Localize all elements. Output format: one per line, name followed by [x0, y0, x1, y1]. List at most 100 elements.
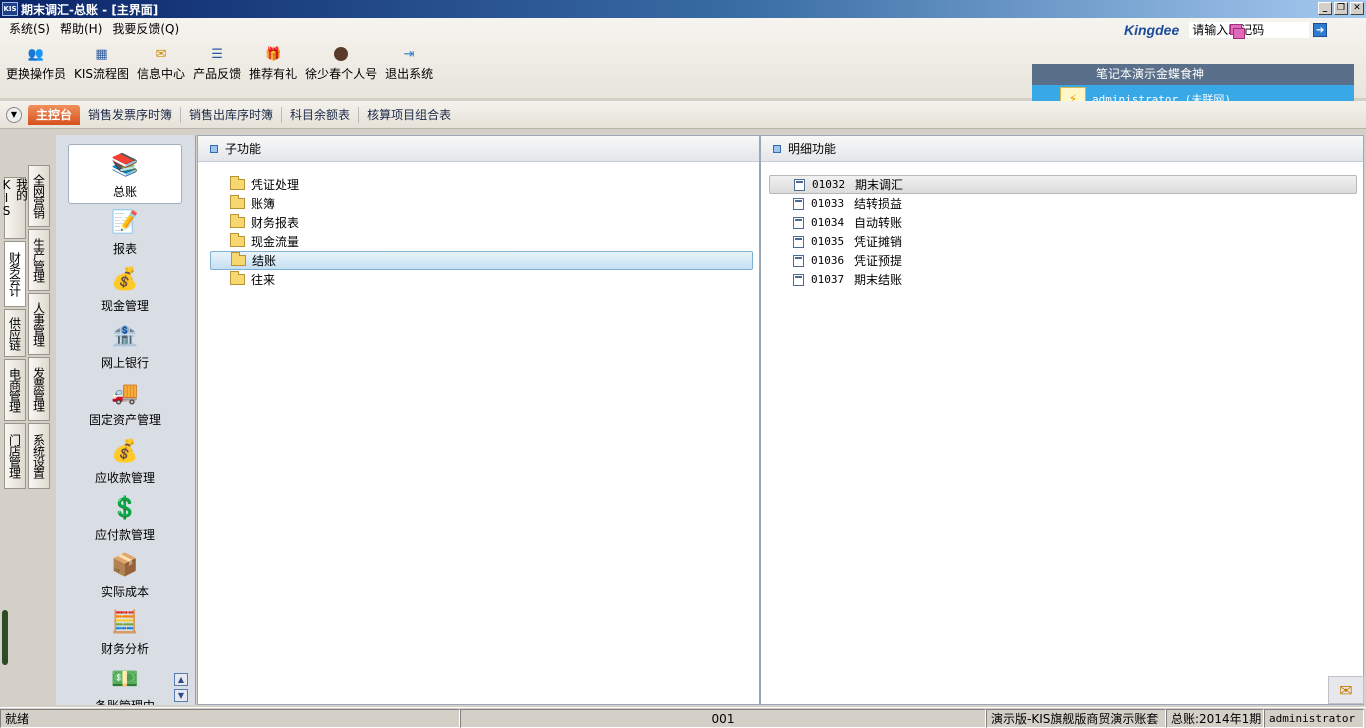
vtab-invoice[interactable]: 发票管理	[28, 357, 50, 421]
kis-flowchart-button[interactable]: ▦ KIS流程图	[70, 44, 133, 82]
exit-system-button[interactable]: ⇥ 退出系统	[381, 44, 437, 82]
status-account: 演示版-KIS旗舰版商贸演示账套	[986, 709, 1166, 728]
menu-bar: 系统(S) 帮助(H) 我要反馈(Q)	[4, 21, 184, 37]
recommend-gift-button[interactable]: 🎁 推荐有礼	[245, 44, 301, 82]
detail-item-01037[interactable]: 01037 期末结账	[769, 270, 1357, 289]
tree-item-transactions[interactable]: 往来	[210, 270, 753, 289]
app-logo-icon: KIS	[2, 2, 18, 16]
detail-pane: 明细功能 01032 期末调汇 01033 结转损益 01034 自动转账 01…	[760, 135, 1364, 705]
avatar-icon	[330, 44, 352, 64]
report-icon: 📝	[111, 209, 139, 235]
detail-header: 明细功能	[761, 136, 1363, 162]
money-bag-icon: 💰	[111, 438, 139, 464]
tab-sales-invoice[interactable]: 销售发票序时簿	[80, 106, 182, 123]
mail-icon[interactable]: ✉	[1328, 676, 1364, 704]
square-bullet-icon	[773, 144, 781, 153]
minimize-button[interactable]: _	[1318, 2, 1332, 15]
vtab-hr[interactable]: 人事管理	[28, 293, 50, 355]
detail-item-01032[interactable]: 01032 期末调汇	[769, 175, 1357, 194]
module-receivable[interactable]: 💰 应收款管理	[68, 435, 182, 486]
tree-item-voucher[interactable]: 凭证处理	[210, 175, 753, 194]
scroll-up-arrow-icon[interactable]: ▲	[174, 673, 188, 686]
menu-feedback[interactable]: 我要反馈(Q)	[107, 21, 184, 37]
tab-strip: ▼ 主控台 销售发票序时簿 销售出库序时簿 科目余额表 核算项目组合表	[0, 101, 1366, 129]
vtab-store[interactable]: 门店管理	[4, 423, 26, 489]
folder-icon	[230, 271, 245, 285]
module-actual-cost[interactable]: 📦 实际成本	[68, 549, 182, 600]
info-center-button[interactable]: ✉ 信息中心	[133, 44, 189, 82]
vtab-production[interactable]: 生产管理	[28, 229, 50, 291]
module-fixed-assets[interactable]: 🚚 固定资产管理	[68, 377, 182, 428]
folder-icon	[230, 176, 245, 190]
subfunction-pane: 子功能 凭证处理 账簿 财务报表 现金流量 结账 往来	[197, 135, 760, 705]
status-period: 总账:2014年1期	[1166, 709, 1264, 728]
vtab-supply-chain[interactable]: 供应链	[4, 309, 26, 357]
vtab-marketing[interactable]: 全网营销	[28, 165, 50, 227]
cost-icon: 📦	[111, 552, 139, 578]
detail-item-01036[interactable]: 01036 凭证预提	[769, 251, 1357, 270]
vtab-settings[interactable]: 系统设置	[28, 423, 50, 489]
chevron-down-icon[interactable]: ▼	[6, 106, 22, 123]
module-online-bank[interactable]: 🏦 网上银行	[68, 320, 182, 371]
kingdee-logo: Kingdee	[1124, 22, 1180, 38]
module-cash[interactable]: 💰 现金管理	[68, 263, 182, 314]
calculator-icon: 🧮	[111, 609, 139, 635]
change-operator-button[interactable]: 👥 更换操作员	[2, 44, 70, 82]
status-user: administrator	[1264, 709, 1364, 728]
module-report[interactable]: 📝 报表	[68, 206, 182, 257]
vtab-my-kis[interactable]: 我的KIS	[0, 177, 29, 239]
module-bill-management[interactable]: 💵 条账管理中	[68, 663, 182, 706]
feedback-icon: ☰	[211, 46, 223, 62]
company-name: 笔记本演示金蝶食神	[1032, 64, 1354, 85]
document-icon	[793, 197, 804, 210]
document-icon	[793, 216, 804, 229]
scroll-down-arrow-icon[interactable]: ▼	[174, 689, 188, 702]
document-icon	[793, 235, 804, 248]
folder-icon	[230, 195, 245, 209]
truck-icon: 🚚	[111, 380, 139, 406]
module-general-ledger[interactable]: 📚 总账	[68, 144, 182, 204]
tab-main-console[interactable]: 主控台	[28, 104, 81, 125]
detail-item-01034[interactable]: 01034 自动转账	[769, 213, 1357, 232]
side-scroll-handle[interactable]	[2, 610, 8, 665]
subfunction-tree: 凭证处理 账簿 财务报表 现金流量 结账 往来	[210, 175, 753, 289]
folder-icon	[230, 214, 245, 228]
module-financial-analysis[interactable]: 🧮 财务分析	[68, 606, 182, 657]
flowchart-icon: ▦	[95, 46, 108, 62]
window-overlay-icon[interactable]	[1228, 24, 1246, 42]
menu-system[interactable]: 系统(S)	[4, 21, 55, 37]
restore-button[interactable]: ❐	[1334, 2, 1348, 15]
users-icon: 👥	[27, 46, 45, 62]
tab-account-balance[interactable]: 科目余额表	[282, 106, 360, 123]
vtab-ecommerce[interactable]: 电商管理	[4, 359, 26, 421]
tree-item-ledger[interactable]: 账簿	[210, 194, 753, 213]
bank-icon: 🏦	[111, 323, 139, 349]
tree-item-closing[interactable]: 结账	[210, 251, 753, 270]
status-bar: 就绪 001 演示版-KIS旗舰版商贸演示账套 总账:2014年1期 admin…	[0, 707, 1366, 728]
vertical-tabs: 我的KIS 财务会计 供应链 电商管理 门店管理 全网营销 生产管理 人事管理 …	[0, 165, 54, 495]
message-icon: ✉	[155, 46, 167, 62]
vtab-finance[interactable]: 财务会计	[4, 241, 26, 307]
module-payable[interactable]: 💲 应付款管理	[68, 492, 182, 543]
tree-item-cash-flow[interactable]: 现金流量	[210, 232, 753, 251]
tree-item-financial-report[interactable]: 财务报表	[210, 213, 753, 232]
helper-code-input[interactable]: 请输入助记码	[1189, 22, 1310, 38]
document-icon	[793, 273, 804, 286]
tab-item-combination[interactable]: 核算项目组合表	[359, 107, 459, 123]
close-button[interactable]: ✕	[1350, 2, 1364, 15]
document-icon	[793, 254, 804, 267]
menu-help[interactable]: 帮助(H)	[55, 21, 107, 37]
tab-sales-outbound[interactable]: 销售出库序时簿	[181, 106, 283, 123]
detail-item-01035[interactable]: 01035 凭证摊销	[769, 232, 1357, 251]
status-code: 001	[460, 709, 986, 728]
square-bullet-icon	[210, 144, 218, 153]
personal-account-button[interactable]: 徐少春个人号	[301, 44, 381, 82]
subfunction-header: 子功能	[198, 136, 759, 162]
detail-list: 01032 期末调汇 01033 结转损益 01034 自动转账 01035 凭…	[769, 175, 1357, 289]
product-feedback-button[interactable]: ☰ 产品反馈	[189, 44, 245, 82]
go-arrow-icon[interactable]: ➔	[1313, 23, 1328, 37]
gift-icon: 🎁	[264, 46, 282, 62]
module-scroll: ▲ ▼	[174, 673, 190, 705]
brand-area: Kingdee 请输入助记码 ➔	[1124, 22, 1328, 38]
detail-item-01033[interactable]: 01033 结转损益	[769, 194, 1357, 213]
